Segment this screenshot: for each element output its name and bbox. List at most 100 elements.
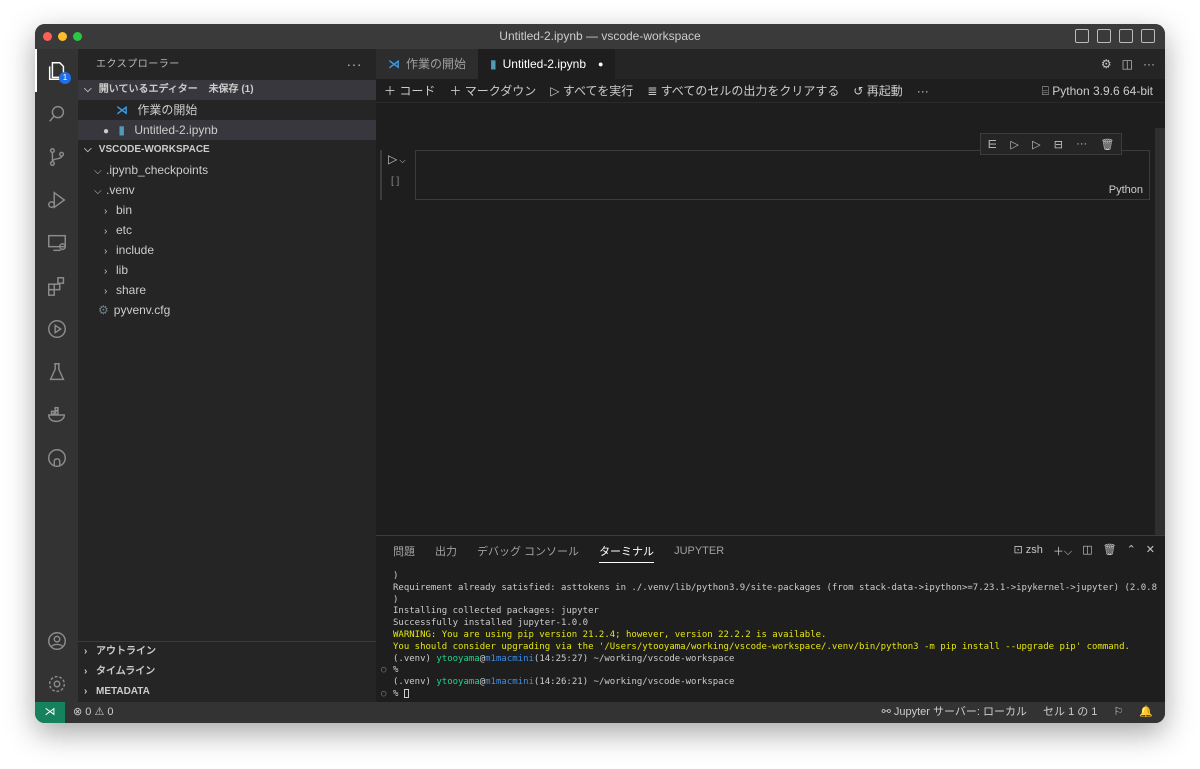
tree-folder[interactable]: ⌵ .ipynb_checkpoints xyxy=(78,160,376,180)
metadata-section[interactable]: › METADATA xyxy=(78,682,376,702)
terminal-line: ) xyxy=(393,594,399,605)
run-cell-up-icon[interactable]: ▷ xyxy=(1010,138,1018,151)
toggle-panel-icon[interactable] xyxy=(1097,29,1111,43)
split-cell-icon[interactable]: ⊟ xyxy=(1054,138,1063,151)
add-code-label: コード xyxy=(399,84,436,98)
account-icon[interactable] xyxy=(35,619,78,662)
close-panel-icon[interactable]: ✕ xyxy=(1146,543,1155,559)
tree-label: bin xyxy=(116,203,133,217)
cell-gutter: ▷ ⌵ [ ] xyxy=(380,150,410,200)
code-cell[interactable]: Python xyxy=(415,150,1150,200)
testing-flask-icon[interactable] xyxy=(35,350,78,393)
error-icon: ⊗ xyxy=(73,706,83,718)
tab-debug-console[interactable]: デバッグ コンソール xyxy=(477,543,579,559)
jupyter-server-status[interactable]: ⚯ Jupyter サーバー: ローカル xyxy=(882,702,1027,723)
run-circle-icon[interactable] xyxy=(35,307,78,350)
source-control-icon[interactable] xyxy=(35,135,78,178)
tree-folder[interactable]: ⌵ .venv xyxy=(78,180,376,200)
tree-folder[interactable]: › share xyxy=(78,280,376,300)
terminal-shell-selector[interactable]: ⊡ zsh xyxy=(1013,543,1042,559)
tree-file[interactable]: ⚙ pyvenv.cfg xyxy=(78,300,376,320)
clear-icon: ≣ xyxy=(647,84,661,98)
maximize-panel-icon[interactable]: ⌃ xyxy=(1127,543,1136,559)
remote-indicator-icon[interactable]: ⋊ xyxy=(35,702,65,723)
tab-untitled-notebook[interactable]: ▮ Untitled-2.ipynb ● xyxy=(478,49,616,79)
outline-section[interactable]: › アウトライン xyxy=(78,642,376,662)
gear-icon[interactable]: ⚙ xyxy=(1101,57,1112,71)
toolbar-more-button[interactable]: ··· xyxy=(917,79,929,102)
cell-more-icon[interactable]: ··· xyxy=(1076,138,1087,150)
tab-label: 作業の開始 xyxy=(406,57,467,71)
extensions-icon[interactable] xyxy=(35,264,78,307)
tree-folder[interactable]: › etc xyxy=(78,220,376,240)
link-icon: ⚯ xyxy=(881,706,894,718)
editor-scrollbar[interactable] xyxy=(1155,128,1165,536)
tab-jupyter[interactable]: JUPYTER xyxy=(674,545,724,557)
toggle-sidebar-icon[interactable] xyxy=(1075,29,1089,43)
terminal-output[interactable]: ) Requirement already satisfied: asttoke… xyxy=(376,566,1165,701)
explorer-icon[interactable]: 1 xyxy=(35,49,78,92)
split-terminal-icon[interactable]: ◫ xyxy=(1082,543,1092,559)
prompt-symbol: % xyxy=(393,665,399,676)
restart-button[interactable]: ↺ 再起動 xyxy=(853,79,902,102)
terminal-warning-line: WARNING: You are using pip version 21.2.… xyxy=(393,629,827,640)
run-cell-icon[interactable]: ▷ ⌵ xyxy=(382,150,410,166)
tree-folder[interactable]: › lib xyxy=(78,260,376,280)
restart-icon: ↺ xyxy=(853,84,867,98)
minimize-window-button[interactable] xyxy=(58,32,67,41)
remote-explorer-icon[interactable] xyxy=(35,221,78,264)
search-icon[interactable] xyxy=(35,92,78,135)
prompt-symbol: % xyxy=(393,688,399,699)
terminal-line: ○% xyxy=(381,688,1165,701)
add-markdown-button[interactable]: ＋ マークダウン xyxy=(449,79,536,102)
close-window-button[interactable] xyxy=(43,32,52,41)
docker-icon[interactable] xyxy=(35,393,78,436)
run-all-button[interactable]: ▷ すべてを実行 xyxy=(550,79,633,102)
kernel-label: Python 3.9.6 64-bit xyxy=(1052,84,1153,98)
plus-icon: ＋ xyxy=(384,84,400,98)
settings-gear-icon[interactable] xyxy=(35,662,78,705)
chevron-right-icon: › xyxy=(104,246,108,257)
feedback-icon[interactable]: ⚐ xyxy=(1113,702,1123,723)
run-debug-icon[interactable] xyxy=(35,178,78,221)
open-editor-item[interactable]: ● ▮ Untitled-2.ipynb xyxy=(78,120,376,140)
terminal-prompt: (.venv) ytooyama@m1macmini(14:25:27) ~/w… xyxy=(393,653,735,664)
run-above-icon[interactable]: ⋿ xyxy=(988,138,998,151)
kill-terminal-icon[interactable]: 🗑 xyxy=(1103,543,1117,559)
clear-outputs-button[interactable]: ≣ すべてのセルの出力をクリアする xyxy=(647,79,839,102)
zoom-window-button[interactable] xyxy=(73,32,82,41)
notifications-icon[interactable]: 🔔 xyxy=(1139,702,1153,723)
terminal-icon: ⊡ xyxy=(1013,544,1026,556)
toggle-secondary-sidebar-icon[interactable] xyxy=(1119,29,1133,43)
open-editor-item[interactable]: ⋊ 作業の開始 xyxy=(78,100,376,120)
tab-problems[interactable]: 問題 xyxy=(393,543,415,559)
more-actions-icon[interactable]: ··· xyxy=(1143,57,1155,71)
tab-terminal[interactable]: ターミナル xyxy=(599,543,655,563)
new-terminal-icon[interactable]: ＋⌵ xyxy=(1053,543,1072,559)
chevron-right-icon: › xyxy=(104,226,108,237)
activity-bar: 1 xyxy=(35,49,78,702)
explorer-more-button[interactable]: ··· xyxy=(347,49,363,80)
customize-layout-icon[interactable] xyxy=(1141,29,1155,43)
unsaved-dot-icon[interactable]: ● xyxy=(598,49,603,79)
tree-folder[interactable]: › include xyxy=(78,240,376,260)
add-code-button[interactable]: ＋ コード xyxy=(384,79,435,102)
tab-output[interactable]: 出力 xyxy=(435,543,457,559)
delete-cell-icon[interactable]: 🗑 xyxy=(1100,138,1114,151)
github-icon[interactable] xyxy=(35,436,78,479)
prompt-host: m1macmini xyxy=(485,677,534,688)
kernel-picker[interactable]: ⌸ Python 3.9.6 64-bit xyxy=(1042,79,1153,103)
clear-outputs-label: すべてのセルの出力をクリアする xyxy=(660,84,840,98)
prompt-env: (.venv) xyxy=(393,677,437,688)
split-editor-icon[interactable]: ◫ xyxy=(1122,57,1133,71)
tree-folder[interactable]: › bin xyxy=(78,200,376,220)
tab-welcome[interactable]: ⋊ 作業の開始 xyxy=(376,49,479,79)
cell-language[interactable]: Python xyxy=(1109,184,1143,196)
run-cell-down-icon[interactable]: ▷ xyxy=(1032,138,1040,151)
workspace-header[interactable]: ⌵ VSCODE-WORKSPACE xyxy=(78,140,376,160)
problems-status[interactable]: ⊗ 0 ⚠ 0 xyxy=(73,702,114,723)
tree-label: pyvenv.cfg xyxy=(113,303,171,317)
timeline-section[interactable]: › タイムライン xyxy=(78,662,376,682)
open-editors-header[interactable]: ⌵ 開いているエディター 未保存 (1) xyxy=(78,80,376,100)
cell-position[interactable]: セル 1 の 1 xyxy=(1043,702,1097,723)
